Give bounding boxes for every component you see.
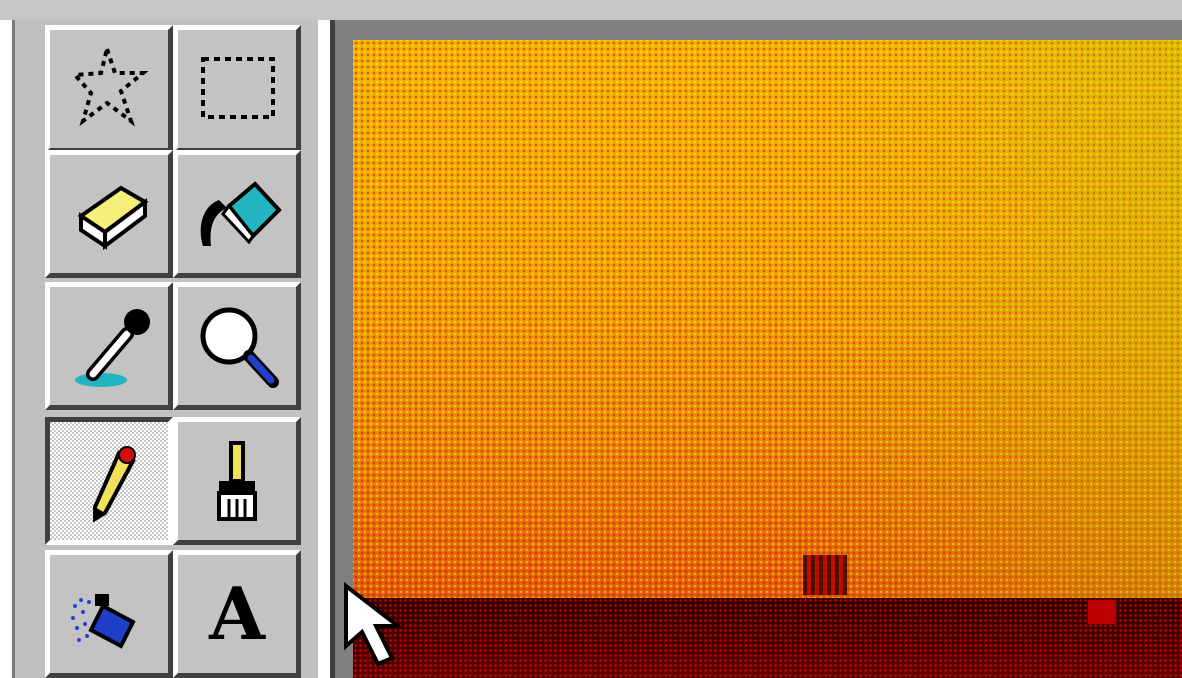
airbrush-tool[interactable]	[45, 550, 173, 678]
drawing-area[interactable]	[330, 20, 1182, 678]
magnifier-tool[interactable]	[173, 282, 301, 410]
paint-bucket-icon	[200, 181, 282, 246]
canvas[interactable]	[353, 40, 1182, 678]
eyedropper-icon	[75, 309, 150, 387]
eraser-tool[interactable]	[45, 150, 173, 278]
pencil-tool[interactable]	[45, 417, 173, 545]
magnifier-icon	[200, 307, 279, 388]
text-icon: A	[209, 571, 265, 656]
arrow-cursor-icon	[344, 581, 404, 667]
window-top-edge	[0, 0, 1182, 20]
pick-color-tool[interactable]	[45, 282, 173, 410]
eraser-icon	[77, 185, 149, 250]
toolbox: A	[12, 20, 318, 678]
free-form-select-tool[interactable]	[45, 25, 173, 153]
canvas-red-mark	[1088, 600, 1116, 624]
fill-with-color-tool[interactable]	[173, 150, 301, 278]
pencil-icon	[93, 446, 136, 523]
brush-icon	[217, 441, 257, 521]
rectangle-select-tool[interactable]	[173, 25, 301, 153]
rectangle-select-icon	[201, 57, 275, 119]
canvas-dark-band	[353, 598, 1182, 678]
free-form-select-icon	[70, 41, 149, 127]
canvas-dark-shape	[803, 555, 847, 595]
text-tool[interactable]: A	[173, 550, 301, 678]
airbrush-icon	[71, 594, 136, 649]
brush-tool[interactable]	[173, 417, 301, 545]
